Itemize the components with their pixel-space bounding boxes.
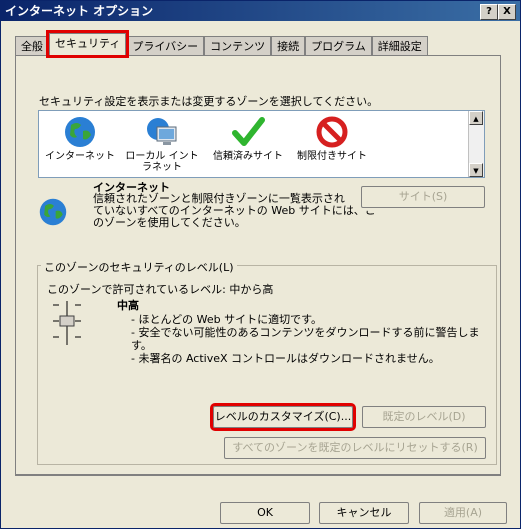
help-button[interactable]: ?	[480, 4, 498, 20]
window-title: インターネット オプション	[5, 4, 154, 18]
allowed-level-text: このゾーンで許可されているレベル: 中から高	[47, 283, 274, 296]
zone-trusted-label: 信頼済みサイト	[213, 151, 283, 162]
panel-bottom-rule	[15, 475, 501, 476]
zone-local-intranet[interactable]: ローカル イント ラネット	[123, 115, 201, 173]
tab-privacy[interactable]: プライバシー	[126, 36, 205, 55]
zone-trusted-sites[interactable]: 信頼済みサイト	[209, 115, 287, 162]
zone-intranet-label-line1: ローカル イント	[125, 151, 199, 162]
tab-general[interactable]: 全般	[15, 36, 49, 55]
ok-button[interactable]: OK	[220, 502, 310, 524]
reset-all-zones-button[interactable]: すべてのゾーンを既定のレベルにリセットする(R)	[224, 437, 486, 459]
title-bar[interactable]: インターネット オプション ? X	[1, 1, 520, 21]
zone-internet-label: インターネット	[45, 151, 115, 162]
zone-restricted-sites[interactable]: 制限付きサイト	[293, 115, 371, 162]
tab-content[interactable]: コンテンツ	[204, 36, 272, 55]
zone-list[interactable]: インターネット ローカル イント ラネット 信頼済みサイト 制限付きサイト ▲ …	[38, 110, 485, 178]
tab-security[interactable]: セキュリティ	[45, 30, 130, 58]
zone-intranet-label-line2: ラネット	[142, 162, 182, 173]
tab-strip: 全般 セキュリティ プライバシー コンテンツ 接続 プログラム 詳細設定	[15, 30, 428, 58]
selected-zone-description: 信頼されたゾーンと制限付きゾーンに一覧表示され ていないすべてのインターネットの…	[93, 193, 376, 229]
sites-button[interactable]: サイト(S)	[361, 186, 485, 208]
tab-programs[interactable]: プログラム	[305, 36, 372, 55]
apply-button[interactable]: 適用(A)	[419, 502, 507, 524]
checkmark-icon	[232, 117, 265, 146]
level-description: - ほとんどの Web サイトに適切です。 - 安全でない可能性のあるコンテンツ…	[131, 313, 479, 365]
zone-internet[interactable]: インターネット	[41, 115, 119, 162]
internet-options-window: インターネット オプション ? X 全般 セキュリティ プライバシー コンテンツ…	[0, 0, 521, 529]
default-level-button[interactable]: 既定のレベル(D)	[362, 406, 486, 428]
level-bullet-2-line1: - 安全でない可能性のあるコンテンツをダウンロードする前に警告しま	[131, 326, 480, 339]
level-name: 中高	[117, 299, 139, 312]
zone-restricted-label: 制限付きサイト	[297, 151, 367, 162]
zone-instruction: セキュリティ設定を表示または変更するゾーンを選択してください。	[39, 95, 379, 108]
level-bullet-1: - ほとんどの Web サイトに適切です。	[131, 313, 323, 326]
restricted-icon	[316, 116, 348, 148]
level-bullet-3: - 未署名の ActiveX コントロールはダウンロードされません。	[131, 352, 440, 365]
close-button[interactable]: X	[498, 4, 516, 20]
tab-connections[interactable]: 接続	[271, 36, 306, 55]
level-bullet-2-line2: す。	[131, 339, 152, 352]
security-level-slider[interactable]	[47, 299, 87, 347]
customize-level-button[interactable]: レベルのカスタマイズ(C)...	[210, 403, 356, 431]
selected-zone-globe-icon	[39, 198, 67, 226]
security-level-group-title: このゾーンのセキュリティのレベル(L)	[41, 259, 237, 275]
intranet-monitor-icon	[147, 118, 177, 145]
tab-advanced[interactable]: 詳細設定	[371, 36, 428, 55]
cancel-button[interactable]: キャンセル	[319, 502, 409, 524]
globe-icon	[65, 117, 95, 147]
scroll-down-arrow-icon[interactable]: ▼	[469, 163, 483, 177]
scroll-up-arrow-icon[interactable]: ▲	[469, 111, 483, 125]
zone-list-scrollbar[interactable]: ▲ ▼	[468, 111, 484, 177]
zone-description-line3: のゾーンを使用してください。	[93, 216, 246, 229]
